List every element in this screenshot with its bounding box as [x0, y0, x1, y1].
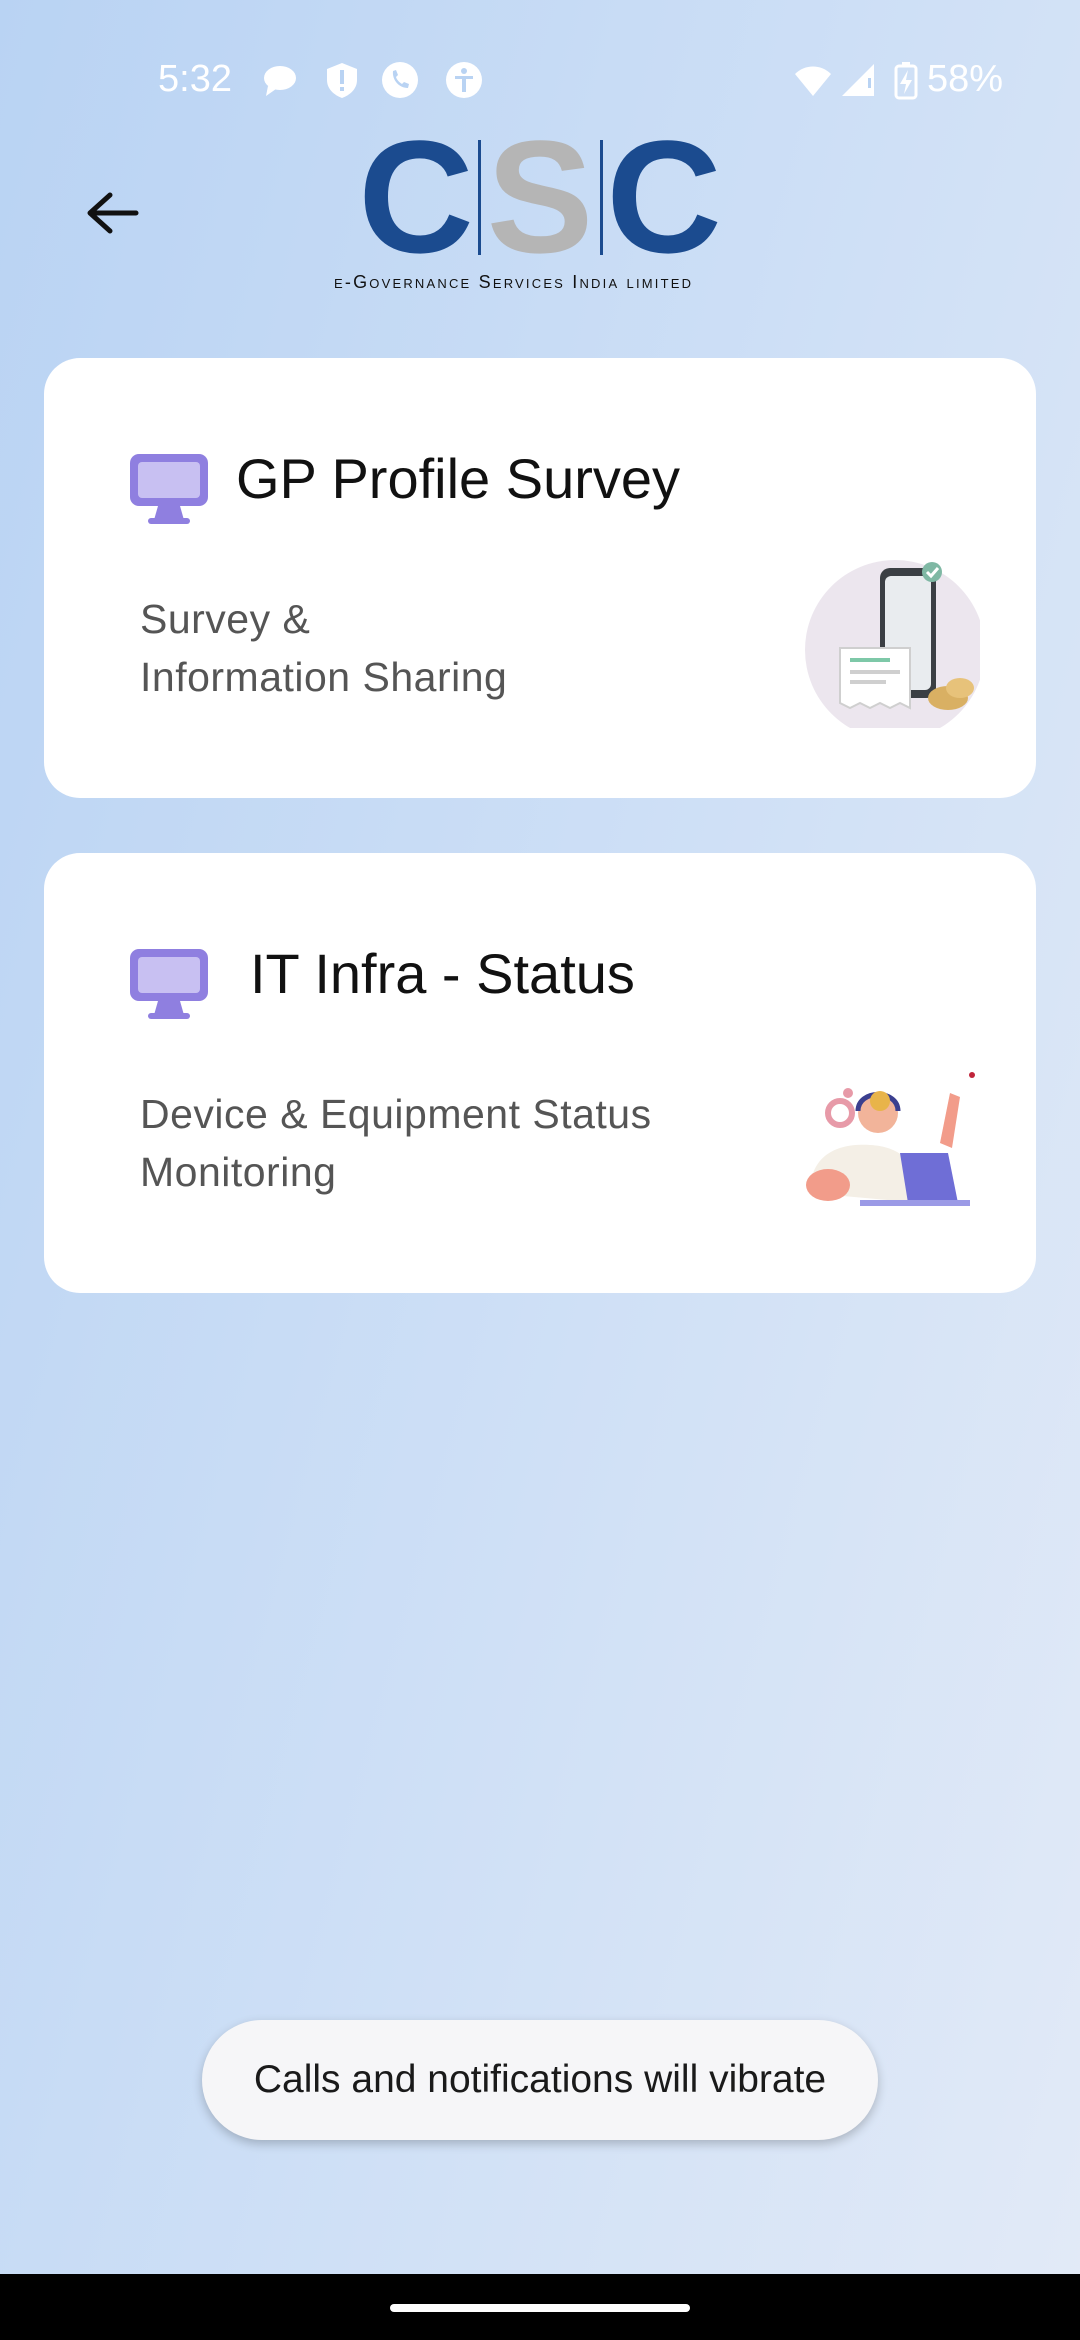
- monitor-icon: [130, 949, 208, 1019]
- status-bar: 5:32 58%: [0, 0, 1080, 120]
- card-description: Device & Equipment Status Monitoring: [140, 1091, 652, 1195]
- toast-message: Calls and notifications will vibrate: [253, 2058, 827, 2101]
- svg-text:C: C: [606, 130, 722, 286]
- battery-charging-icon: [894, 62, 918, 100]
- phone-icon: [382, 62, 418, 98]
- wifi-icon: [795, 66, 831, 96]
- toast-notification: Calls and notifications will vibrate: [202, 2020, 878, 2140]
- accessibility-icon: [446, 62, 482, 98]
- card-title: IT Infra - Status: [250, 942, 635, 1005]
- svg-text:C: C: [358, 130, 474, 286]
- shield-alert-icon: [327, 63, 357, 98]
- support-agent-illustration: [806, 1072, 975, 1206]
- card-title: GP Profile Survey: [236, 447, 681, 510]
- status-time: 5:32: [158, 58, 232, 100]
- signal-icon: [842, 64, 874, 96]
- phone-receipt-illustration: [805, 560, 980, 728]
- home-gesture-handle[interactable]: [390, 2304, 690, 2312]
- arrow-left-icon: [87, 192, 139, 234]
- logo-subtitle: e-Governance Services India limited: [334, 272, 694, 292]
- back-button[interactable]: [82, 188, 142, 238]
- monitor-icon: [130, 454, 208, 524]
- svg-text:S: S: [487, 130, 594, 286]
- it-infra-status-card[interactable]: IT Infra - Status Device & Equipment Sta…: [44, 853, 1036, 1293]
- gp-profile-survey-card[interactable]: GP Profile Survey Survey & Information S…: [44, 358, 1036, 798]
- card-description: Survey & Information Sharing: [140, 596, 508, 700]
- navigation-bar: [0, 2274, 1080, 2340]
- battery-percent: 58%: [927, 58, 1004, 100]
- chat-bubble-icon: [264, 66, 296, 96]
